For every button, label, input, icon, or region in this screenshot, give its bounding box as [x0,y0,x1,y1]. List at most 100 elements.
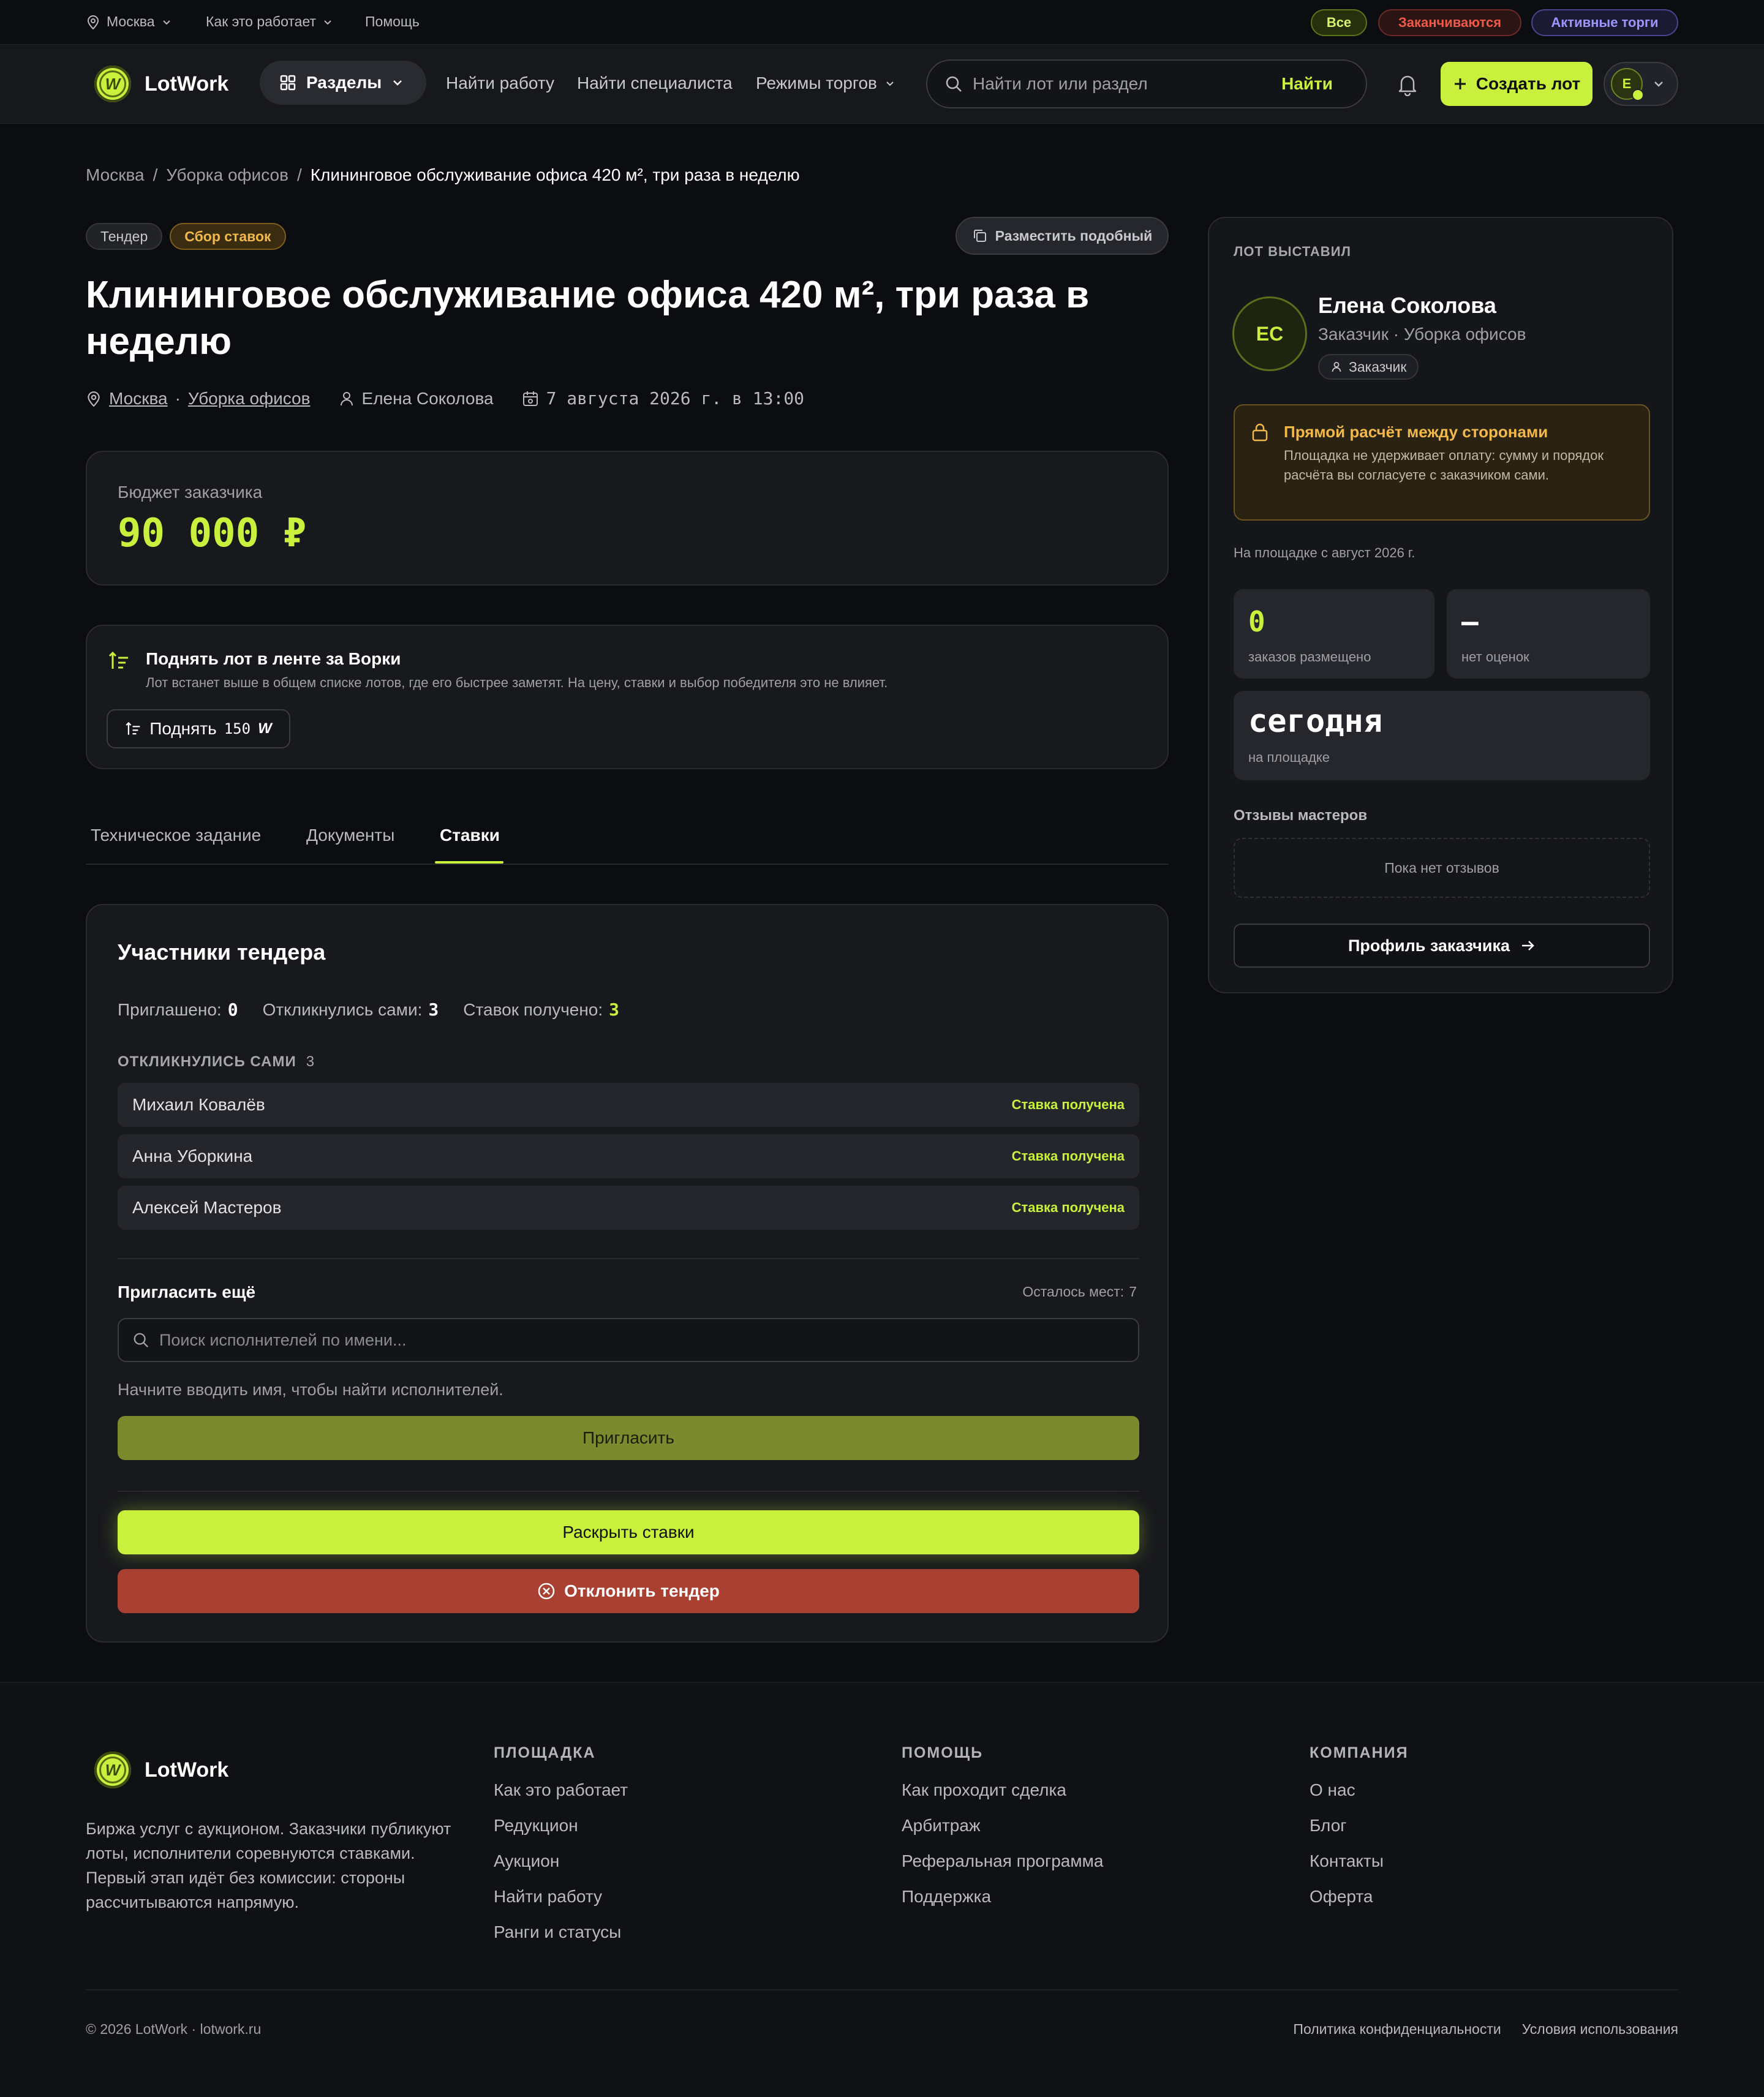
author-name[interactable]: Елена Соколова [1318,293,1496,318]
stat-rating-value: — [1461,605,1479,638]
tab-bids[interactable]: Ставки [440,826,500,845]
filter-active[interactable]: Активные торги [1531,9,1678,36]
invite-button[interactable]: Пригласить [118,1416,1139,1460]
user-menu[interactable]: E [1604,62,1678,106]
nav-find-work[interactable]: Найти работу [446,73,554,93]
meta-city-link[interactable]: Москва [109,389,168,408]
tab-active-indicator [435,861,503,864]
stat-orders: 0 заказов размещено [1234,589,1434,679]
city-label: Москва [107,13,155,29]
notifications-button[interactable] [1396,73,1419,96]
meta-category-link[interactable]: Уборка офисов [188,389,311,408]
footer-link[interactable]: Найти работу [494,1887,628,1907]
footer-logo[interactable]: W LotWork [94,1752,228,1788]
reviews-label: Отзывы мастеров [1234,807,1368,824]
budget-card: Бюджет заказчика 90 000 ₽ [86,451,1169,585]
meta-date: 7 августа 2026 г. в 13:00 [546,388,805,408]
search-icon [946,76,962,92]
footer-link[interactable]: Оферта [1310,1887,1409,1907]
chevron-down-icon [162,20,170,24]
grid-icon [280,75,296,91]
global-search-button[interactable]: Найти [1281,74,1333,94]
footer-link[interactable]: Ранги и статусы [494,1922,628,1942]
tab-specification[interactable]: Техническое задание [91,826,261,845]
footer-link[interactable]: О нас [1310,1780,1409,1800]
customer-profile-label: Профиль заказчика [1348,936,1510,955]
filter-all[interactable]: Все [1311,9,1367,36]
invited-count: 0 [227,1000,238,1020]
reveal-bids-button[interactable]: Раскрыть ставки [118,1510,1139,1554]
how-it-works-menu[interactable]: Как это работает [206,13,333,30]
location-pin-icon [88,391,100,407]
footer-col-platform: ПЛОЩАДКА Как это работает Редукцион Аукц… [494,1744,628,1958]
invite-title: Пригласить ещё [118,1282,256,1301]
customer-profile-button[interactable]: Профиль заказчика [1234,924,1650,968]
arrow-right-icon [1522,941,1534,951]
sections-button[interactable]: Разделы [260,61,426,105]
divider [118,1258,1139,1259]
bell-icon [1398,75,1417,96]
bid-status: Ставка получена [1011,1097,1125,1112]
sections-label: Разделы [306,73,382,92]
chevron-down-icon [886,81,894,86]
list-item[interactable]: Анна Уборкина Ставка получена [118,1134,1139,1178]
footer-link[interactable]: Арбитраж [902,1816,1103,1835]
executor-search-input[interactable]: Поиск исполнителей по имени... [159,1331,407,1350]
privacy-link[interactable]: Политика конфиденциальности [1293,2021,1501,2038]
reject-tender-button[interactable]: Отклонить тендер [118,1569,1139,1613]
footer-link[interactable]: Как это работает [494,1780,628,1800]
top-strip: Москва Как это работает Помощь Все Закан… [0,0,1764,44]
direct-payment-notice: Прямой расчёт между сторонами Площадка н… [1234,404,1650,521]
boost-button-label: Поднять [149,719,217,738]
chevron-down-icon [324,20,331,24]
participant-name: Анна Уборкина [132,1146,253,1165]
footer-col-title: ПОМОЩЬ [902,1744,984,1761]
footer-link[interactable]: Контакты [1310,1851,1409,1871]
responded-count: 3 [428,1000,439,1020]
author-sidebar: ЛОТ ВЫСТАВИЛ ЕС Елена Соколова Заказчик … [1208,217,1673,993]
nav-trade-modes[interactable]: Режимы торгов [756,73,895,93]
responded-section-count: 3 [306,1053,315,1070]
user-icon [1332,361,1341,372]
stat-rating: — нет оценок [1447,589,1650,679]
create-lot-button[interactable]: Создать лот [1441,62,1593,106]
budget-label: Бюджет заказчика [118,483,263,502]
clone-lot-button[interactable]: Разместить подобный [956,217,1169,255]
logo-text: LotWork [145,72,229,96]
participants-list: Михаил Ковалёв Ставка получена Анна Уборк… [118,1083,1139,1230]
footer-link[interactable]: Редукцион [494,1816,628,1835]
footer-link[interactable]: Как проходит сделка [902,1780,1103,1800]
participant-name: Михаил Ковалёв [132,1095,265,1114]
breadcrumb-category[interactable]: Уборка офисов [166,165,288,185]
meta-author: Елена Соколова [361,388,494,408]
member-since: На площадке с август 2026 г. [1234,545,1415,560]
footer-link[interactable]: Поддержка [902,1887,1103,1907]
global-search[interactable]: Найти лот или раздел Найти [926,59,1367,108]
nav-find-specialist[interactable]: Найти специалиста [577,73,733,93]
boost-icon [126,721,140,735]
global-search-input[interactable]: Найти лот или раздел [973,74,1272,94]
stat-activity-value: сегодня [1248,703,1383,740]
legal-links: Политика конфиденциальности Условия испо… [1293,2021,1678,2038]
boost-button[interactable]: Поднять 150 W [107,709,290,748]
footer-link[interactable]: Аукцион [494,1851,628,1871]
logo[interactable]: W LotWork [94,66,228,102]
list-item[interactable]: Алексей Мастеров Ставка получена [118,1186,1139,1230]
main-header: W LotWork Разделы Найти работу Найти спе… [0,44,1764,124]
boost-icon [108,651,128,669]
executor-search[interactable]: Поиск исполнителей по имени... [118,1318,1139,1362]
nav-trade-modes-label: Режимы торгов [756,73,877,92]
help-link[interactable]: Помощь [365,13,420,30]
footer-divider [86,1989,1678,1990]
footer-link[interactable]: Реферальная программа [902,1851,1103,1871]
boost-card: Поднять лот в ленте за Ворки Лот встанет… [86,625,1169,769]
breadcrumb-city[interactable]: Москва [86,165,145,185]
slots-label: Осталось мест: [1022,1284,1125,1300]
tab-documents[interactable]: Документы [306,826,394,845]
city-selector[interactable]: Москва [86,13,172,30]
footer-link[interactable]: Блог [1310,1816,1409,1835]
terms-link[interactable]: Условия использования [1522,2021,1678,2038]
calendar-icon [522,391,538,406]
filter-ending[interactable]: Заканчиваются [1378,9,1521,36]
list-item[interactable]: Михаил Ковалёв Ставка получена [118,1083,1139,1127]
